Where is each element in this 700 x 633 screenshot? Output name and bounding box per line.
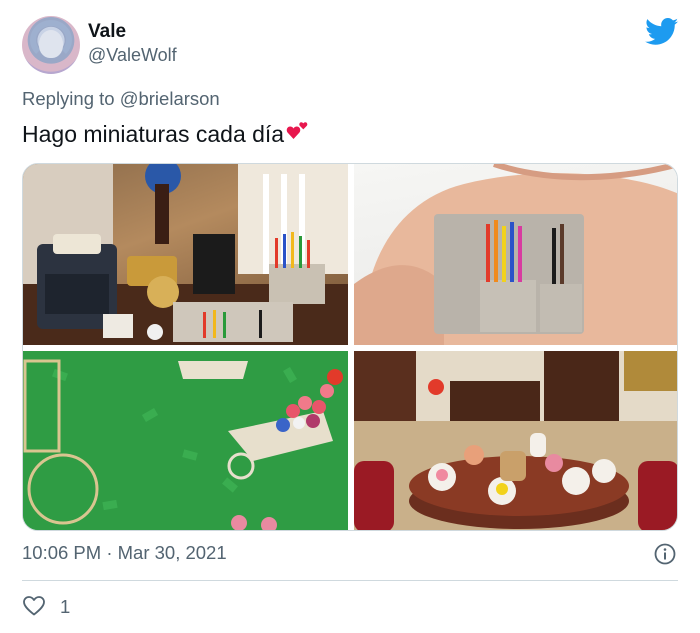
tweet-timestamp[interactable]: 10:06 PM · Mar 30, 2021 <box>22 542 227 564</box>
tweet-text: Hago miniaturas cada día <box>22 120 311 148</box>
user-handle[interactable]: @ValeWolf <box>88 45 177 66</box>
info-icon[interactable] <box>654 543 676 565</box>
reply-mention-link[interactable]: @brielarson <box>120 88 220 109</box>
reply-prefix: Replying to <box>22 88 120 109</box>
photo-miniature-desk[interactable] <box>23 164 348 345</box>
like-count: 1 <box>60 596 71 617</box>
divider <box>22 580 678 581</box>
display-name[interactable]: Vale <box>88 21 126 43</box>
tweet-text-content: Hago miniaturas cada día <box>22 121 285 147</box>
two-hearts-emoji <box>286 122 308 139</box>
tweet-card: Vale @ValeWolf Replying to @brielarson H… <box>0 0 700 633</box>
reply-context: Replying to @brielarson <box>22 88 220 110</box>
avatar[interactable] <box>22 16 80 74</box>
photo-miniature-dining-room[interactable] <box>354 351 677 530</box>
photo-miniature-pencil-case[interactable] <box>354 164 677 345</box>
heart-outline-icon[interactable] <box>22 594 46 618</box>
media-grid <box>22 163 678 531</box>
twitter-bird-icon[interactable] <box>645 18 679 46</box>
photo-miniature-garden[interactable] <box>23 351 348 530</box>
